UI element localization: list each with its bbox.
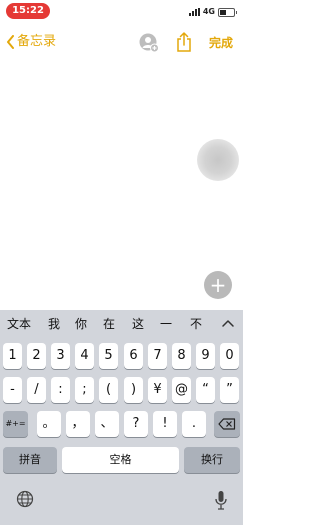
share-icon[interactable]	[176, 32, 192, 52]
status-time: 15:22	[6, 3, 50, 19]
add-collaborator-icon[interactable]	[139, 33, 159, 53]
candidate-bar: 文本 我 你 在 这 一 不	[0, 310, 243, 338]
key-enumeration-comma[interactable]: 、	[95, 411, 119, 437]
key-right-quote[interactable]: ”	[220, 377, 239, 403]
symbols-shift-key[interactable]: #+=	[3, 411, 28, 437]
candidate-0[interactable]: 文本	[4, 316, 34, 332]
key-comma[interactable]: ，	[66, 411, 90, 437]
back-button[interactable]: 备忘录	[6, 34, 56, 50]
candidate-4[interactable]: 这	[127, 316, 149, 332]
candidate-3[interactable]: 在	[98, 316, 120, 332]
key-at[interactable]: @	[172, 377, 191, 403]
microphone-icon[interactable]	[214, 490, 228, 510]
candidate-1[interactable]: 我	[43, 316, 65, 332]
candidate-5[interactable]: 一	[155, 316, 177, 332]
key-2[interactable]: 2	[27, 343, 46, 369]
key-9[interactable]: 9	[196, 343, 215, 369]
signal-icon	[188, 8, 200, 16]
backspace-key[interactable]	[214, 411, 240, 437]
key-left-quote[interactable]: “	[196, 377, 215, 403]
network-type: 4G	[202, 7, 215, 16]
backspace-icon	[218, 418, 236, 430]
status-indicators: 4G	[188, 7, 237, 17]
assistive-touch-button[interactable]	[197, 139, 239, 181]
keyboard: 文本 我 你 在 这 一 不 1 2 3 4 5 6 7 8 9 0 - / :…	[0, 310, 243, 525]
back-label: 备忘录	[17, 34, 57, 49]
key-slash[interactable]: /	[27, 377, 46, 403]
key-period[interactable]: .	[182, 411, 206, 437]
key-question[interactable]: ?	[124, 411, 148, 437]
back-chevron-icon	[7, 35, 14, 49]
candidate-6[interactable]: 不	[185, 316, 207, 332]
key-colon[interactable]: :	[51, 377, 70, 403]
key-semicolon[interactable]: ;	[75, 377, 94, 403]
key-left-paren[interactable]: (	[99, 377, 118, 403]
candidate-2[interactable]: 你	[70, 316, 92, 332]
return-key[interactable]: 换行	[184, 447, 240, 473]
globe-icon[interactable]	[16, 490, 34, 508]
key-yen[interactable]: ¥	[148, 377, 167, 403]
add-button[interactable]: +	[204, 271, 232, 299]
key-right-paren[interactable]: )	[124, 377, 143, 403]
key-7[interactable]: 7	[148, 343, 167, 369]
plus-icon: +	[209, 273, 227, 297]
key-0[interactable]: 0	[220, 343, 239, 369]
key-hyphen[interactable]: -	[3, 377, 22, 403]
key-exclamation[interactable]: !	[153, 411, 177, 437]
chevron-up-icon[interactable]	[221, 318, 235, 328]
key-1[interactable]: 1	[3, 343, 22, 369]
key-fullstop[interactable]: 。	[37, 411, 61, 437]
pinyin-key[interactable]: 拼音	[3, 447, 57, 473]
space-key[interactable]: 空格	[62, 447, 179, 473]
key-5[interactable]: 5	[99, 343, 118, 369]
key-6[interactable]: 6	[124, 343, 143, 369]
key-3[interactable]: 3	[51, 343, 70, 369]
done-button[interactable]: 完成	[209, 35, 233, 51]
key-8[interactable]: 8	[172, 343, 191, 369]
battery-icon	[218, 7, 237, 17]
key-4[interactable]: 4	[75, 343, 94, 369]
